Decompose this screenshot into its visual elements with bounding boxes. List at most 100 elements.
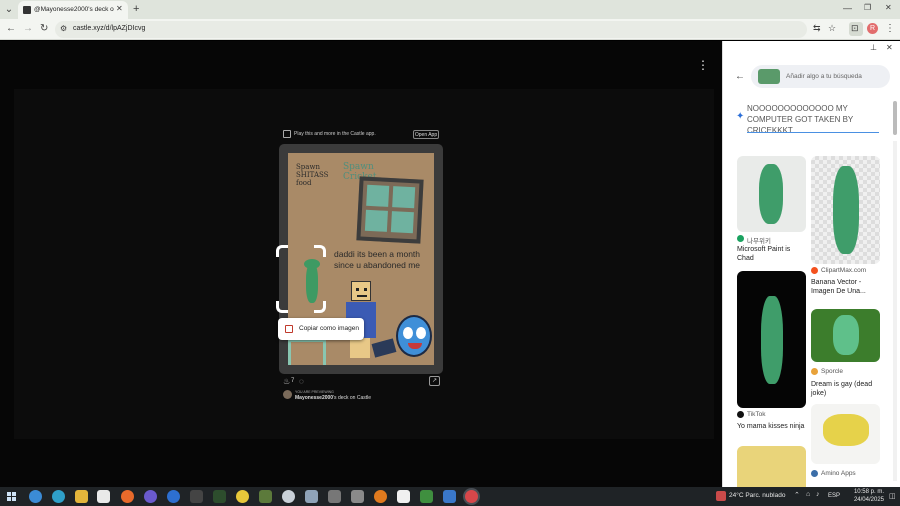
language-indicator[interactable]: ESP [828,493,840,499]
reload-icon[interactable]: ↻ [40,24,48,34]
app-taskbar-icon[interactable] [351,490,364,503]
edge-taskbar-icon[interactable] [52,490,65,503]
cricket-thumb [759,164,783,224]
copy-as-image-label: Copiar como imagen [299,325,359,332]
source-icon-4 [811,368,818,375]
eye [356,288,359,291]
page-more-icon[interactable]: ⋮ [697,59,709,71]
result-title-3[interactable]: Yo mama kisses ninja [737,422,805,431]
app-taskbar-icon[interactable] [443,490,456,503]
discord-taskbar-icon[interactable] [144,490,157,503]
app-taskbar-icon[interactable] [213,490,226,503]
clock-time[interactable]: 10:58 p. m. [846,489,884,495]
like-icon[interactable]: ♨ [283,377,290,386]
store-taskbar-icon[interactable] [97,490,110,503]
explorer-taskbar-icon[interactable] [75,490,88,503]
spawn-food-label: Spawn SHITASS food [296,163,329,187]
card-message: daddi its been a month since u abandoned… [334,249,421,270]
tab-strip: ⌄ @Mayonesse2000's deck on C... ✕ + — ❐ … [0,0,900,19]
weather-icon[interactable] [716,491,726,501]
panel-scrollbar[interactable] [893,101,897,135]
copy-image-icon [285,325,293,333]
app-taskbar-icon[interactable] [236,490,249,503]
deck-name[interactable]: Mayonesse2000's deck on Castle [295,395,371,401]
result-image-1[interactable] [737,156,806,232]
blue-cat-sprite[interactable] [396,315,432,357]
app-taskbar-icon[interactable] [420,490,433,503]
browser-toolbar: ← → ↻ ⚙ castle.xyz/d/lpAZjDIcvg ⇆ ☆ ⊡ R … [0,19,900,40]
tray-chevron-icon[interactable]: ⌃ [794,491,800,499]
new-tab-button[interactable]: + [133,4,139,15]
file-taskbar-icon[interactable] [397,490,410,503]
app-taskbar-icon[interactable] [328,490,341,503]
lens-selection-frame[interactable] [276,245,326,313]
menu-kebab-icon[interactable]: ⋮ [885,24,895,34]
result-image-5[interactable] [811,404,880,464]
lens-query-text[interactable]: NOOOOOOOOOOOOO MY COMPUTER GOT TAKEN BY … [747,103,879,133]
app-taskbar-icon[interactable] [305,490,318,503]
comment-icon[interactable]: ◌ [299,377,304,386]
app-taskbar-icon[interactable] [167,490,180,503]
lens-back-icon[interactable]: ← [735,72,745,82]
author-avatar[interactable] [283,390,292,399]
start-button[interactable] [7,492,16,501]
address-bar[interactable]: ⚙ castle.xyz/d/lpAZjDIcvg [55,21,807,38]
deck-suffix: 's deck on Castle [333,395,372,401]
result-title-2[interactable]: Banana Vector - Imagen De Una... [811,278,881,296]
cricket-thumb [823,414,869,446]
minimize-button[interactable]: — [843,4,852,13]
window-pane [392,186,416,209]
castle-page: ⋮ Play this and more in the Castle app. … [0,41,722,487]
selection-corner [314,245,326,257]
profile-avatar[interactable]: R [867,23,878,34]
browser-tab[interactable]: @Mayonesse2000's deck on C... ✕ [18,1,128,19]
tab-search-icon[interactable]: ⌄ [4,5,14,15]
app-taskbar-icon[interactable] [374,490,387,503]
results-scrollbar-track[interactable] [893,141,897,481]
app-taskbar-icon[interactable] [282,490,295,503]
result-title-4[interactable]: Dream is gay (dead joke) [811,380,881,398]
firefox-taskbar-icon[interactable] [121,490,134,503]
chrome-active-taskbar-icon[interactable] [465,490,478,503]
close-window-button[interactable]: ✕ [885,4,892,12]
volume-icon[interactable]: ♪ [816,491,820,498]
pin-icon[interactable]: ⊥ [870,44,877,52]
copy-as-image-button[interactable]: Copiar como imagen [278,318,364,340]
forward-icon[interactable]: → [23,24,33,34]
eye [416,327,426,339]
lens-search-box[interactable]: Añadir algo a tu búsqueda [751,65,890,88]
result-image-3[interactable] [737,271,806,408]
bookmark-star-icon[interactable]: ☆ [828,24,836,33]
notifications-icon[interactable]: ◫ [889,492,896,500]
previewing-label: YOU ARE PREVIEWING [295,390,334,394]
lens-active-button[interactable]: ⊡ [849,22,863,36]
result-title-1[interactable]: Microsoft Paint is Chad [737,245,805,263]
favicon-icon [23,6,31,14]
result-image-2[interactable] [811,156,880,264]
chrome-taskbar-icon[interactable] [29,490,42,503]
weather-text[interactable]: 24°C Parc. nublado [729,492,785,499]
window-pane [366,184,390,207]
network-icon[interactable]: ⌂ [806,491,810,498]
minecraft-taskbar-icon[interactable] [259,490,272,503]
translate-icon[interactable]: ⇆ [813,24,821,33]
maximize-button[interactable]: ❐ [864,4,871,12]
result-source-2: ClipartMax.com [821,267,867,274]
open-app-button[interactable]: Open App [413,130,439,139]
result-image-6[interactable] [737,446,806,487]
close-panel-icon[interactable]: ✕ [886,44,893,52]
start-tile [12,492,16,496]
lens-side-panel: ⊥ ✕ ← Añadir algo a tu búsqueda ✦ NOOOOO… [722,41,900,487]
back-icon[interactable]: ← [6,24,16,34]
eye [403,327,413,339]
lens-search-placeholder: Añadir algo a tu búsqueda [786,73,862,80]
share-icon[interactable]: ↗ [429,376,440,386]
toy-drawing [371,338,397,358]
tab-close-icon[interactable]: ✕ [116,5,123,13]
result-image-4[interactable] [811,309,880,362]
site-info-icon[interactable]: ⚙ [60,25,67,33]
mouth [408,343,422,349]
source-icon-5 [811,470,818,477]
clock-date[interactable]: 24/04/2025 [846,497,884,503]
app-taskbar-icon[interactable] [190,490,203,503]
